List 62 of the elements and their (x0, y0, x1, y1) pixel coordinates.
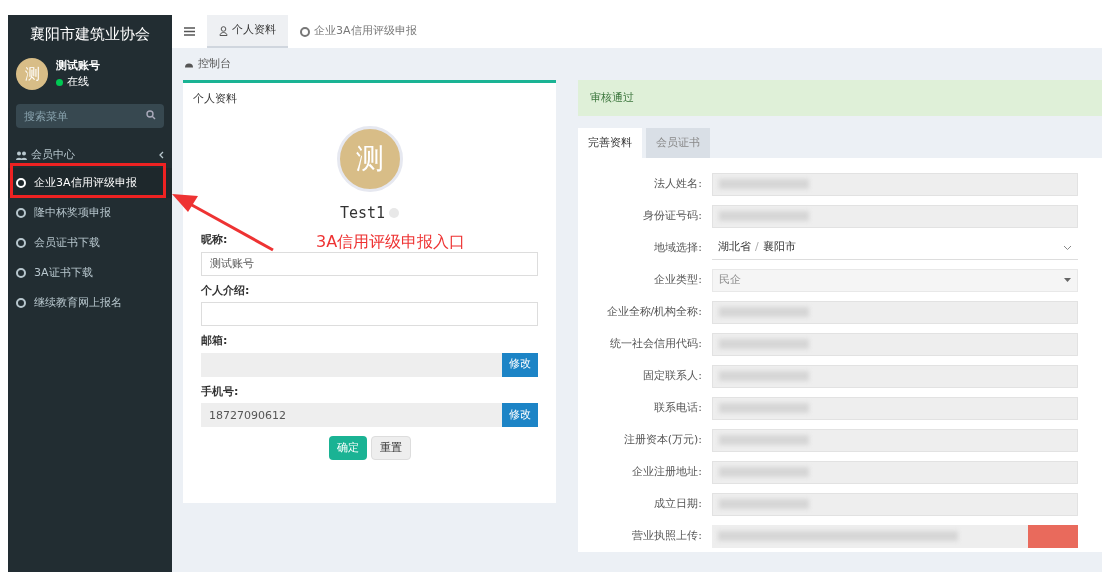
field-label: 个人介绍: (201, 282, 250, 299)
input-field[interactable] (712, 428, 1078, 452)
edit-button[interactable]: 修改 (502, 352, 538, 377)
chevron-icon (1063, 244, 1072, 251)
annotation-text: 3A信用评级申报入口 (316, 234, 466, 250)
region-select[interactable]: 湖北省 / 襄阳市 (712, 236, 1078, 260)
profile-avatar: 测 (336, 125, 403, 192)
field-label: 邮箱: (201, 333, 228, 349)
user-name: 测试账号 (56, 57, 100, 74)
menu-item[interactable]: 会员证书下载 (8, 228, 172, 258)
field-label: 联系电话: (653, 399, 703, 416)
form-button[interactable]: 重置 (370, 436, 411, 460)
field-label: 成立日期: (653, 495, 703, 512)
group-label: 会员中心 (31, 146, 76, 163)
field-label: 企业全称/机构全称: (605, 303, 703, 320)
input-field[interactable] (712, 364, 1078, 388)
field-label: 营业执照上传: (631, 527, 703, 544)
edit-button[interactable]: 修改 (502, 403, 538, 427)
input-field[interactable] (712, 492, 1078, 516)
field-label: 企业注册地址: (631, 463, 703, 480)
breadcrumb: 控制台 (198, 55, 231, 72)
field-label: 法人姓名: (653, 175, 703, 192)
input-field[interactable] (712, 396, 1078, 420)
field-label: 身份证号码: (642, 207, 703, 224)
input-field[interactable] (712, 172, 1078, 196)
user-avatar: 测 (16, 58, 48, 90)
success-alert: 审核通过 (578, 80, 1102, 116)
page-tab[interactable]: 个人资料 (207, 15, 288, 48)
menu-item[interactable]: 3A证书下载 (8, 258, 172, 288)
sidebar-title: 襄阳市建筑业协会 (29, 24, 151, 45)
field-label: 固定联系人: (642, 367, 703, 384)
user-icon (219, 25, 228, 36)
field-label: 企业类型: (653, 271, 703, 288)
field-label: 昵称: (201, 232, 228, 248)
card-title: 个人资料 (193, 91, 238, 107)
input-field[interactable]: 18727090612 (201, 403, 502, 427)
profile-name: Test1 (339, 202, 386, 224)
field-label: 注册资本(万元): (622, 431, 703, 448)
input-field[interactable] (201, 352, 502, 377)
form-tab[interactable]: 完善资料 (578, 128, 642, 158)
menu-group[interactable]: 会员中心 (8, 144, 172, 166)
search-field[interactable]: 搜索菜单 (16, 104, 164, 128)
upload-button[interactable] (1028, 524, 1078, 548)
search-icon (146, 109, 156, 120)
user-status: 在线 (67, 74, 89, 90)
field-label: 统一社会信用代码: (609, 335, 703, 352)
input-field[interactable] (712, 332, 1078, 356)
input-field[interactable] (201, 302, 538, 326)
users-icon (16, 150, 27, 160)
input-field[interactable]: 测试账号 (201, 251, 538, 276)
field-label: 手机号: (201, 383, 239, 400)
menu-item[interactable]: 隆中杯奖项申报 (8, 198, 172, 228)
caret-icon (1064, 278, 1071, 282)
input-field[interactable] (712, 460, 1078, 484)
menu-icon[interactable] (184, 27, 195, 36)
menu-item[interactable]: 继续教育网上报名 (8, 288, 172, 318)
input-field[interactable] (712, 204, 1078, 228)
field-label: 地域选择: (653, 239, 703, 256)
type-select[interactable]: 民企 (712, 268, 1078, 292)
upload-field[interactable] (712, 524, 1078, 548)
menu-item[interactable]: 企业3A信用评级申报 (8, 168, 172, 198)
input-field[interactable] (712, 300, 1078, 324)
